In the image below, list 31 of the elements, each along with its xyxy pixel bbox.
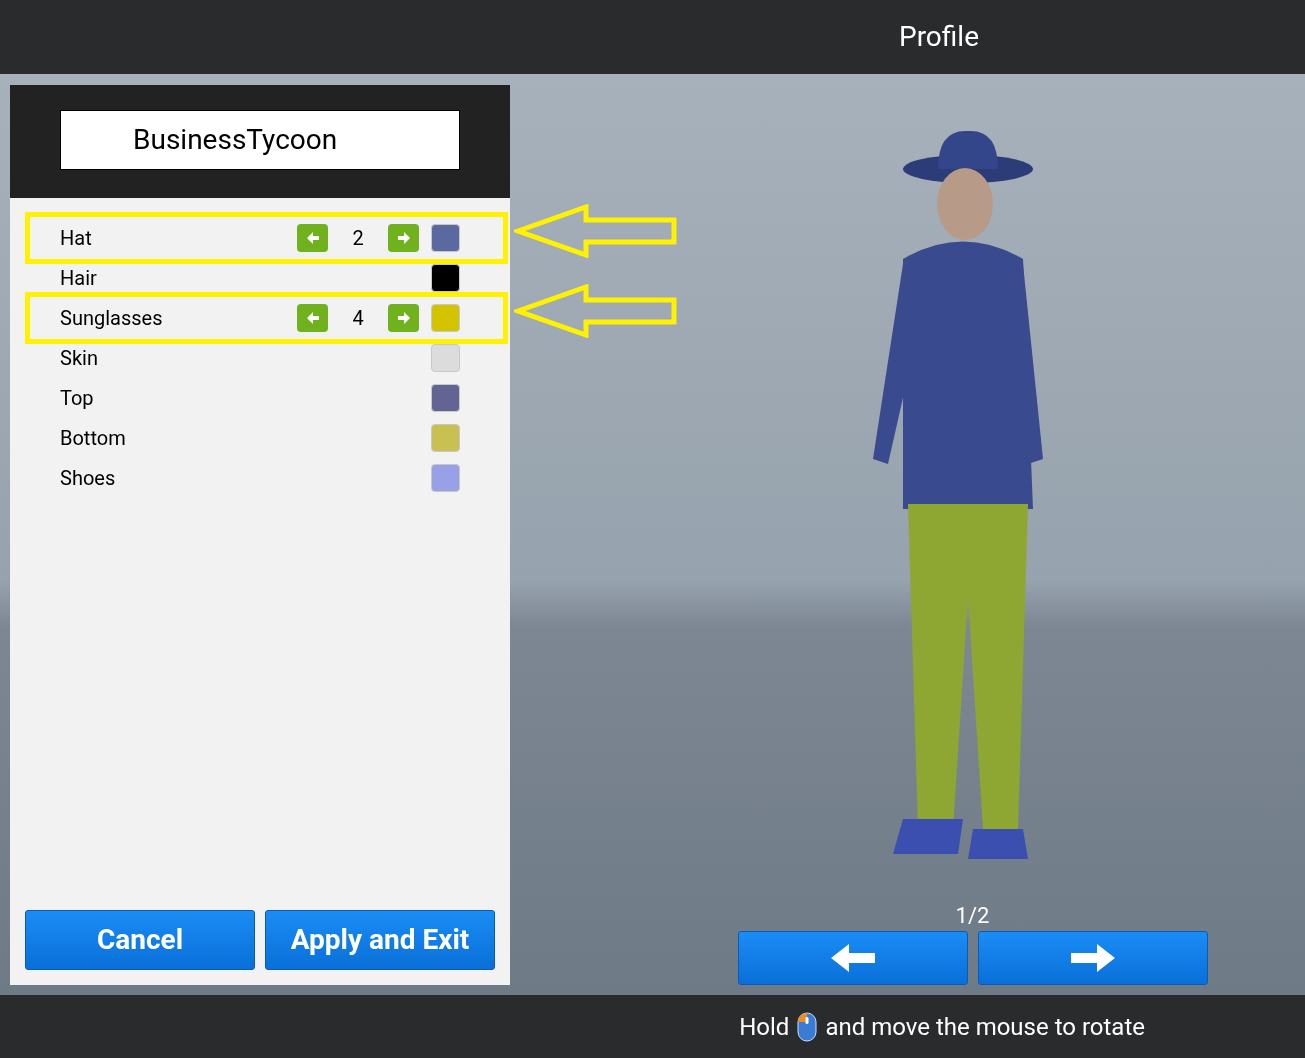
hint-text: Hold bbox=[739, 1011, 790, 1043]
hint-text: and move the mouse to rotate bbox=[825, 1011, 1145, 1043]
next-option-button[interactable] bbox=[388, 224, 419, 252]
next-option-button[interactable] bbox=[388, 304, 419, 332]
previous-button[interactable] bbox=[737, 931, 968, 985]
previous-option-button[interactable] bbox=[297, 224, 328, 252]
option-label: Hair bbox=[60, 265, 98, 292]
option-label: Skin bbox=[60, 345, 99, 372]
color-swatch[interactable] bbox=[431, 464, 460, 492]
option-value: 2 bbox=[351, 225, 365, 252]
page-indicator: 1/2 bbox=[955, 905, 990, 927]
action-button[interactable]: Apply and Exit bbox=[265, 910, 495, 970]
name-field[interactable]: BusinessTycoon bbox=[60, 110, 460, 170]
option-label: Top bbox=[60, 385, 95, 412]
color-swatch[interactable] bbox=[431, 384, 460, 412]
action-button[interactable]: Cancel bbox=[25, 910, 255, 970]
color-swatch[interactable] bbox=[431, 224, 460, 252]
previous-option-button[interactable] bbox=[297, 304, 328, 332]
color-swatch[interactable] bbox=[431, 264, 460, 292]
mouse-icon bbox=[797, 1011, 818, 1042]
color-swatch[interactable] bbox=[431, 344, 460, 372]
screen-title: Profile bbox=[898, 19, 979, 55]
option-label: Hat bbox=[60, 225, 93, 252]
option-value: 4 bbox=[351, 305, 365, 332]
right-arrow-icon bbox=[1068, 942, 1117, 974]
color-swatch[interactable] bbox=[431, 304, 460, 332]
next-button[interactable] bbox=[977, 931, 1208, 985]
option-label: Shoes bbox=[60, 465, 117, 492]
option-label: Sunglasses bbox=[60, 305, 164, 332]
option-label: Bottom bbox=[60, 425, 127, 452]
color-swatch[interactable] bbox=[431, 424, 460, 452]
